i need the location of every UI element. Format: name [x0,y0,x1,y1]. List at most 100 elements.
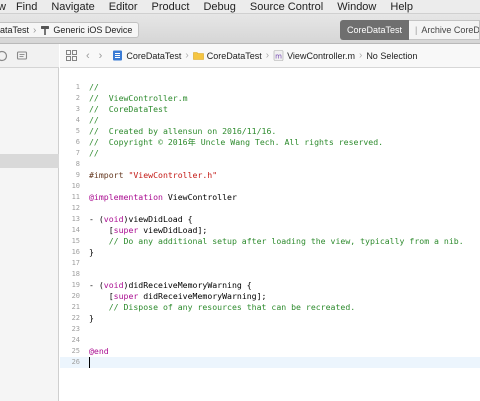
jump-bar: ‹ › CoreDataTest › CoreDataTest › m View… [60,44,480,68]
line-number: 2 [75,94,80,102]
code-token: #import [89,170,129,180]
menu-navigate[interactable]: Navigate [51,1,94,13]
chevron-right-icon: › [185,50,189,61]
code-line[interactable]: 20 [super didReceiveMemoryWarning]; [60,291,480,302]
line-number: 12 [71,204,80,212]
line-number: 13 [71,215,80,223]
code-text: @end [89,346,109,357]
code-text: // Created by allensun on 2016/11/16. [89,126,276,137]
code-token: )viewDidLoad { [123,214,193,224]
breadcrumb-file[interactable]: m ViewController.m [273,50,355,61]
code-line[interactable]: 22} [60,313,480,324]
code-token: [ [89,225,114,235]
code-token: [ [89,291,114,301]
code-line[interactable]: 7 // [60,148,480,159]
destination-name[interactable]: Generic iOS Device [53,25,132,35]
chevron-right-icon: › [358,50,363,61]
code-token: void [103,214,124,224]
code-line[interactable]: 15 // Do any additional setup after load… [60,236,480,247]
code-text: [super viewDidLoad]; [89,225,208,236]
activity-project: CoreDataTest [340,20,410,40]
code-text: // Dispose of any resources that can be … [89,302,355,313]
code-token: - ( [89,280,104,290]
scheme-selector[interactable]: ataTest › Generic iOS Device [0,22,140,38]
code-line[interactable]: 5 // Created by allensun on 2016/11/16. [60,126,480,137]
code-text: - (void)viewDidLoad { [89,214,193,225]
breadcrumb-selection[interactable]: No Selection [366,51,417,61]
navigator-panel [0,44,59,401]
activity-status: | Archive CoreDataTest [409,20,480,40]
line-number: 22 [71,314,80,322]
code-line[interactable]: 10 [60,181,480,192]
breadcrumb-project[interactable]: CoreDataTest [112,50,181,61]
line-number: 8 [75,160,80,168]
line-number: 6 [75,138,80,146]
code-token: // [89,82,99,92]
menu-editor[interactable]: Editor [109,1,138,13]
divider: | [415,25,418,35]
code-line[interactable]: 12 [60,203,480,214]
code-text: @implementation ViewController [89,192,237,203]
menu-help[interactable]: Help [390,1,413,13]
line-number: 16 [71,248,80,256]
line-number: 7 [75,149,80,157]
code-token: // ViewController.m [89,93,188,103]
source-editor[interactable]: 1 // 2 // ViewController.m 3// CoreDataTest 4… [60,68,480,401]
code-line[interactable]: 23 [60,324,480,335]
code-line[interactable]: 17 [60,258,480,269]
code-line[interactable]: 19 - (void)didReceiveMemoryWarning { [60,280,480,291]
navigator-selected-row[interactable] [0,154,59,168]
text-cursor [89,357,90,368]
code-text: } [89,247,94,258]
code-token: "ViewController.h" [128,170,218,180]
menu-bar: w Find Navigate Editor Product Debug Sou… [0,0,480,14]
code-line[interactable]: 21 // Dispose of any resources that can … [60,302,480,313]
code-text: // [89,82,99,93]
scheme-name[interactable]: ataTest [0,25,29,35]
code-token: @end [89,346,109,356]
code-line[interactable]: 13 - (void)viewDidLoad { [60,214,480,225]
message-icon[interactable] [16,50,28,62]
code-text: #import "ViewController.h" [89,170,217,181]
code-token: super [113,291,139,301]
menu-window[interactable]: Window [337,1,376,13]
code-line[interactable]: 18 [60,269,480,280]
activity-status-text: Archive CoreDataTest [421,25,480,35]
code-text: // Copyright © 2016年 Uncle Wang Tech. Al… [89,137,383,148]
back-arrow-icon[interactable]: ‹ [86,50,90,62]
code-text: // ViewController.m [89,93,188,104]
code-line[interactable]: 16} [60,247,480,258]
breadcrumb-group[interactable]: CoreDataTest [192,50,262,61]
code-token: // [89,148,99,158]
code-token: @implementation [89,192,163,202]
code-line[interactable]: 2 // ViewController.m [60,93,480,104]
code-line[interactable]: 6 // Copyright © 2016年 Uncle Wang Tech. A… [60,137,480,148]
code-line[interactable]: 4 // [60,115,480,126]
toolbar: ataTest › Generic iOS Device CoreDataTes… [0,14,480,44]
code-token: } [89,247,94,257]
code-line[interactable]: 24 [60,335,480,346]
code-line[interactable]: 8 [60,159,480,170]
line-number: 1 [75,83,80,91]
menu-find[interactable]: Find [16,1,37,13]
forward-arrow-icon[interactable]: › [99,50,103,62]
line-number: 4 [75,116,80,124]
circle-icon[interactable] [0,50,8,62]
code-line[interactable]: 11 @implementation ViewController [60,192,480,203]
menu-debug[interactable]: Debug [203,1,235,13]
code-line[interactable]: 25 @end [60,346,480,357]
line-number: 17 [71,259,80,267]
line-number: 19 [71,281,80,289]
line-number: 20 [71,292,80,300]
code-line[interactable]: 3 // CoreDataTest [60,104,480,115]
menu-source-control[interactable]: Source Control [250,1,323,13]
code-line[interactable]: 26 [60,357,480,368]
menu-view[interactable]: w [0,1,6,13]
code-line[interactable]: 9 #import "ViewController.h" [60,170,480,181]
svg-text:m: m [275,52,282,60]
code-line[interactable]: 14 [super viewDidLoad]; [60,225,480,236]
line-number: 15 [71,237,80,245]
code-line[interactable]: 1 // [60,82,480,93]
related-items-icon[interactable] [66,50,77,61]
menu-product[interactable]: Product [152,1,190,13]
